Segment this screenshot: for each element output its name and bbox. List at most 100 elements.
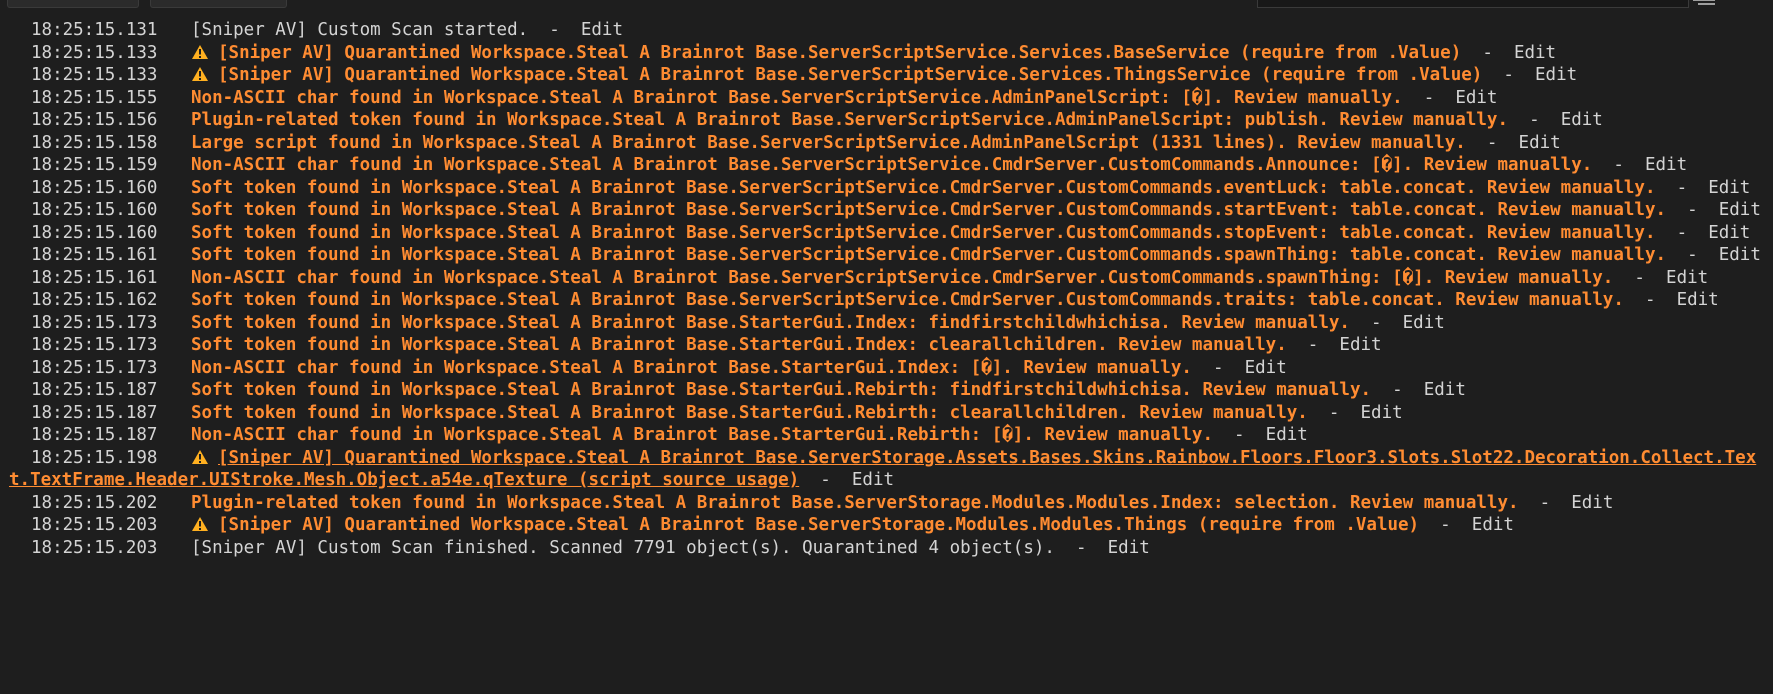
log-message: Soft token found in Workspace.Steal A Br…	[191, 335, 1287, 355]
log-timestamp: 18:25:15.160	[31, 200, 158, 220]
log-separator: -	[1666, 245, 1719, 265]
log-line: 18:25:15.173 Soft token found in Workspac…	[0, 334, 1773, 357]
log-timestamp: 18:25:15.160	[31, 222, 158, 243]
log-message: Soft token found in Workspace.Steal A Br…	[191, 402, 1308, 423]
toolbar-tab-1[interactable]	[7, 0, 139, 8]
edit-link[interactable]: Edit	[1708, 223, 1750, 243]
log-separator: -	[1465, 132, 1519, 153]
log-separator: -	[1212, 425, 1266, 445]
log-timestamp: 18:25:15.173	[31, 312, 158, 333]
edit-link[interactable]: Edit	[852, 470, 894, 490]
log-line: 18:25:15.133 [Sniper AV] Quarantined Work…	[0, 64, 1773, 87]
log-timestamp: 18:25:15.155	[31, 87, 158, 108]
log-line: 18:25:15.155 Non-ASCII char found in Work…	[0, 87, 1773, 110]
log-separator: -	[1623, 290, 1677, 310]
log-separator: -	[1592, 155, 1645, 175]
log-line: 18:25:15.160 Soft token found in Workspac…	[0, 222, 1773, 245]
edit-link[interactable]: Edit	[1108, 538, 1150, 558]
edit-link[interactable]: Edit	[1561, 110, 1603, 130]
log-timestamp: 18:25:15.133	[31, 65, 158, 85]
log-message: Plugin-related token found in Workspace.…	[191, 492, 1519, 513]
edit-link[interactable]: Edit	[1535, 65, 1577, 85]
edit-link[interactable]: Edit	[1708, 178, 1750, 198]
log-timestamp: 18:25:15.133	[31, 42, 158, 63]
log-timestamp: 18:25:15.173	[31, 357, 158, 378]
log-separator: -	[1655, 177, 1709, 198]
log-separator: -	[1402, 87, 1456, 108]
log-line: 18:25:15.203 [Sniper AV] Quarantined Work…	[0, 514, 1773, 537]
log-line: 18:25:15.161 Non-ASCII char found in Work…	[0, 267, 1773, 290]
log-message: [Sniper AV] Custom Scan finished. Scanne…	[191, 537, 1055, 558]
log-timestamp: 18:25:15.187	[31, 425, 158, 445]
menu-icon[interactable]	[1690, 0, 1720, 6]
edit-link[interactable]: Edit	[1403, 313, 1445, 333]
log-message: [Sniper AV] Quarantined Workspace.Steal …	[218, 65, 1483, 85]
edit-link[interactable]: Edit	[1519, 133, 1561, 153]
log-message: Plugin-related token found in Workspace.…	[191, 110, 1508, 130]
edit-link[interactable]: Edit	[1361, 403, 1403, 423]
log-line: 18:25:15.187 Non-ASCII char found in Work…	[0, 424, 1773, 447]
log-separator: -	[1613, 267, 1667, 288]
edit-link[interactable]: Edit	[1645, 155, 1687, 175]
log-timestamp: 18:25:15.160	[31, 177, 158, 198]
log-line: 18:25:15.173 Soft token found in Workspac…	[0, 312, 1773, 335]
filter-input[interactable]	[1257, 0, 1689, 8]
log-separator: -	[1191, 357, 1245, 378]
log-line: 18:25:15.203 [Sniper AV] Custom Scan fini…	[0, 537, 1773, 560]
log-separator: -	[1655, 222, 1709, 243]
log-timestamp: 18:25:15.156	[31, 110, 158, 130]
log-line: 18:25:15.156 Plugin-related token found i…	[0, 109, 1773, 132]
edit-link[interactable]: Edit	[1266, 425, 1308, 445]
edit-link[interactable]: Edit	[1514, 43, 1556, 63]
edit-link[interactable]: Edit	[1455, 88, 1497, 108]
log-separator: -	[1371, 380, 1424, 400]
log-timestamp: 18:25:15.203	[31, 537, 158, 558]
edit-link[interactable]: Edit	[1245, 358, 1287, 378]
log-timestamp: 18:25:15.202	[31, 492, 158, 513]
log-message: Non-ASCII char found in Workspace.Steal …	[191, 87, 1403, 108]
edit-link[interactable]: Edit	[1339, 335, 1381, 355]
log-separator: -	[1508, 110, 1561, 130]
warning-icon	[192, 67, 208, 81]
log-message: Non-ASCII char found in Workspace.Steal …	[191, 155, 1593, 175]
log-timestamp: 18:25:15.162	[31, 290, 158, 310]
edit-link[interactable]: Edit	[1571, 493, 1613, 513]
log-separator: -	[1054, 537, 1108, 558]
log-message: Soft token found in Workspace.Steal A Br…	[191, 245, 1667, 265]
log-line: 18:25:15.160 Soft token found in Workspac…	[0, 199, 1773, 222]
top-toolbar	[0, 0, 1773, 10]
log-line: 18:25:15.158 Large script found in Worksp…	[0, 132, 1773, 155]
log-line: 18:25:15.160 Soft token found in Workspac…	[0, 177, 1773, 200]
edit-link[interactable]: Edit	[1677, 290, 1719, 310]
log-message: Soft token found in Workspace.Steal A Br…	[191, 290, 1624, 310]
log-separator: -	[1286, 335, 1340, 355]
edit-link[interactable]: Edit	[581, 20, 623, 40]
log-line: 18:25:15.161 Soft token found in Workspac…	[0, 244, 1773, 267]
log-message: Non-ASCII char found in Workspace.Steal …	[191, 357, 1192, 378]
log-separator: -	[1307, 402, 1361, 423]
log-separator: -	[1482, 65, 1535, 85]
log-message: Soft token found in Workspace.Steal A Br…	[191, 200, 1667, 220]
log-separator: -	[1349, 312, 1403, 333]
log-timestamp: 18:25:15.158	[31, 132, 158, 153]
log-line: 18:25:15.198 [Sniper AV] Quarantined Work…	[0, 447, 1773, 492]
edit-link[interactable]: Edit	[1472, 515, 1514, 535]
log-message: [Sniper AV] Quarantined Workspace.Steal …	[218, 515, 1420, 535]
log-timestamp: 18:25:15.161	[31, 245, 158, 265]
log-timestamp: 18:25:15.173	[31, 335, 158, 355]
log-message: Non-ASCII char found in Workspace.Steal …	[191, 425, 1213, 445]
edit-link[interactable]: Edit	[1424, 380, 1466, 400]
edit-link[interactable]: Edit	[1719, 245, 1761, 265]
log-message: [Sniper AV] Quarantined Workspace.Steal …	[218, 42, 1462, 63]
log-timestamp: 18:25:15.159	[31, 155, 158, 175]
log-line: 18:25:15.131 [Sniper AV] Custom Scan star…	[0, 19, 1773, 42]
edit-link[interactable]: Edit	[1666, 268, 1708, 288]
log-message: Soft token found in Workspace.Steal A Br…	[191, 222, 1656, 243]
toolbar-tab-2[interactable]	[150, 0, 287, 8]
log-timestamp: 18:25:15.198	[31, 447, 158, 468]
warning-icon	[192, 44, 208, 59]
log-line: 18:25:15.202 Plugin-related token found i…	[0, 492, 1773, 515]
edit-link[interactable]: Edit	[1719, 200, 1761, 220]
log-line: 18:25:15.187 Soft token found in Workspac…	[0, 402, 1773, 425]
warning-icon	[192, 517, 208, 531]
